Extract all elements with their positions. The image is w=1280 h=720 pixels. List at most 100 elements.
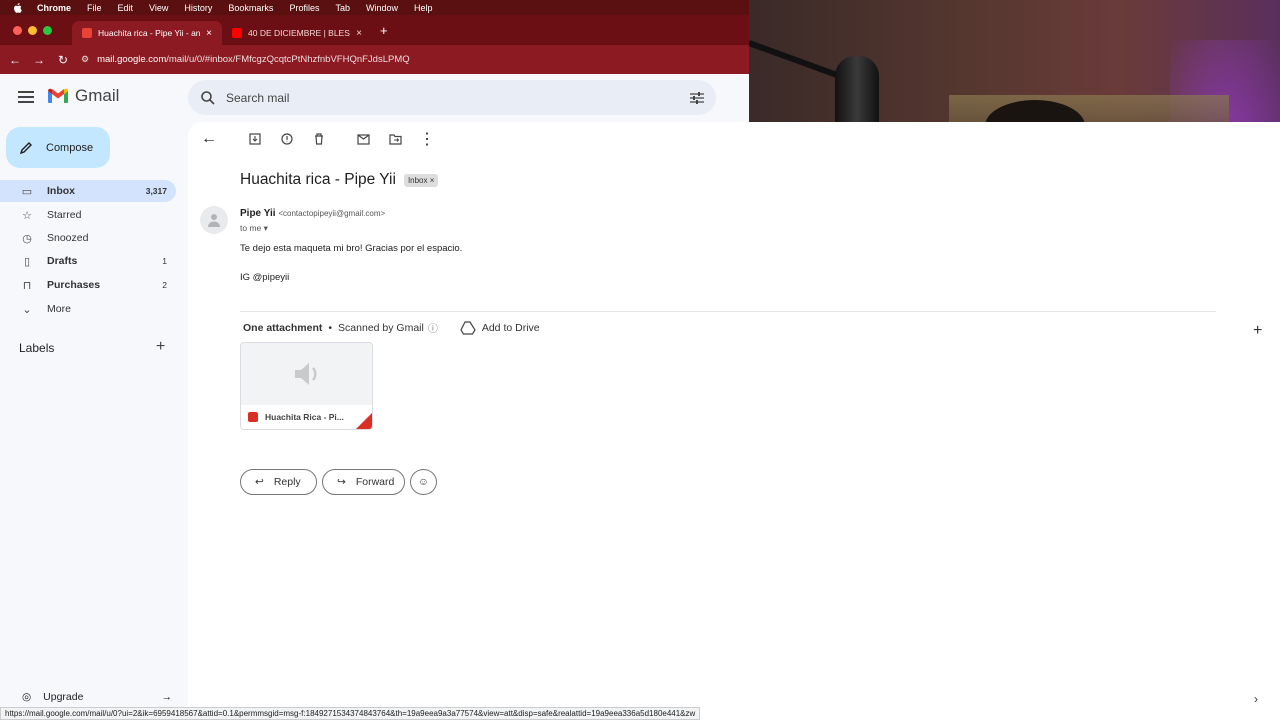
drafts-count: 1 [162,256,167,266]
attachment-count: One attachment [243,321,323,334]
search-icon[interactable] [200,90,216,106]
labels-heading: Labels [19,341,55,355]
drive-add-icon [460,320,476,335]
menu-window[interactable]: Window [366,3,398,13]
email-body-line: IG @pipeyii [240,272,290,283]
emoji-reaction-button[interactable]: ☺ [410,469,437,495]
close-tab-icon[interactable]: × [206,28,212,39]
sender-line: Pipe Yii <contactopipeyii@gmail.com> [240,208,385,219]
upgrade-button[interactable]: ◎ Upgrade → [22,688,172,706]
menu-tab[interactable]: Tab [335,3,350,13]
menu-history[interactable]: History [184,3,212,13]
tab-title: Huachita rica - Pipe Yii - anim [98,28,201,38]
search-input[interactable]: Search mail [226,91,690,105]
smiley-icon: ☺ [418,476,429,488]
back-to-inbox-icon[interactable]: ← [200,130,218,148]
sidebar-item-snoozed[interactable]: ◷ Snoozed [0,227,176,249]
info-icon[interactable]: ⓘ [428,320,438,335]
sidebar-item-inbox[interactable]: ▭ Inbox 3,317 [0,180,176,202]
menu-bookmarks[interactable]: Bookmarks [228,3,273,13]
attachment-card[interactable]: Huachita Rica - Pi... [240,342,373,430]
attachment-header: One attachment • Scanned by Gmail ⓘ Add … [243,320,540,335]
reply-label: Reply [273,476,301,488]
window-controls [13,25,52,35]
add-to-drive-label: Add to Drive [481,321,540,334]
gmail-favicon-icon [82,28,92,38]
zoom-window-button[interactable] [43,25,52,35]
unread-count: 3,317 [145,186,167,196]
menu-file[interactable]: File [87,3,102,13]
sender-name[interactable]: Pipe Yii [240,208,276,219]
to-me-label: to me [240,223,262,233]
sidebar-item-purchases[interactable]: ⊓ Purchases 2 [0,274,176,296]
email-subject: Huachita rica - Pipe Yii Inbox × [240,171,439,189]
chevron-down-icon: ⌄ [22,303,32,316]
browser-tab-strip: Huachita rica - Pipe Yii - anim × 40 DE … [0,15,750,45]
draft-icon: ▯ [23,255,31,268]
menu-profiles[interactable]: Profiles [289,3,319,13]
forward-button[interactable]: ↪ Forward [322,469,405,495]
move-to-folder-icon[interactable] [386,130,404,148]
sidebar-item-starred[interactable]: ☆ Starred [0,204,176,226]
menu-view[interactable]: View [149,3,168,13]
sidebar-item-label: More [47,303,71,315]
link-preview-status-bar: https://mail.google.com/mail/u/0?ui=2&ik… [0,707,701,720]
tab-youtube[interactable]: 40 DE DICIEMBRE | BLESSD × [222,21,372,45]
forward-arrow-icon[interactable]: → [27,53,51,67]
gmail-logo[interactable]: Gmail [47,86,119,106]
tab-title: 40 DE DICIEMBRE | BLESSD [248,28,350,38]
more-options-icon[interactable]: ⋮ [418,130,436,148]
reply-button[interactable]: ↩ Reply [240,469,317,495]
close-tab-icon[interactable]: × [356,28,362,39]
sidebar-item-drafts[interactable]: ▯ Drafts 1 [0,250,176,272]
browser-toolbar: ← → ↻ ⚙ mail.google.com/mail/u/0/#inbox/… [0,45,750,74]
youtube-favicon-icon [232,28,242,38]
compose-label: Compose [46,141,94,154]
search-options-icon[interactable] [690,91,704,104]
expand-side-panel-icon[interactable]: › [1254,692,1258,706]
gmail-wordmark: Gmail [75,86,120,105]
sidebar-item-label: Purchases [47,279,101,291]
create-label-icon[interactable]: + [156,338,165,356]
email-body-line: Te dejo esta maqueta mi bro! Gracias por… [240,243,463,254]
back-arrow-icon[interactable]: ← [3,53,27,67]
main-menu-icon[interactable] [18,91,34,103]
upgrade-bulb-icon: ◎ [22,691,32,703]
delete-icon[interactable] [310,130,328,148]
menu-edit[interactable]: Edit [118,3,134,13]
new-tab-icon[interactable]: + [380,23,388,38]
address-bar[interactable]: ⚙ mail.google.com/mail/u/0/#inbox/FMfcgz… [81,54,410,65]
subject-text: Huachita rica - Pipe Yii [240,171,396,188]
archive-icon[interactable] [246,130,264,148]
report-spam-icon[interactable] [278,130,296,148]
reply-arrow-icon: ↩ [255,476,264,488]
email-action-toolbar: ← ⋮ [200,130,450,148]
attachment-name: Huachita Rica - Pi... [265,412,344,422]
apple-icon[interactable] [13,2,27,13]
get-addons-icon[interactable]: + [1253,322,1262,340]
minimize-window-button[interactable] [28,25,37,35]
gmail-m-icon [48,88,68,103]
sidebar-item-more[interactable]: ⌄ More [0,298,176,320]
sender-avatar[interactable] [200,206,228,234]
scanned-label: Scanned by Gmail [338,321,424,334]
forward-arrow-icon: ↪ [337,476,346,488]
site-info-icon[interactable]: ⚙ [81,54,89,65]
recipient-details-toggle[interactable]: to me ▾ [240,223,268,234]
menu-help[interactable]: Help [414,3,433,13]
close-window-button[interactable] [13,25,22,35]
inbox-label-badge[interactable]: Inbox × [403,173,439,187]
search-bar[interactable]: Search mail [188,80,716,115]
tab-gmail[interactable]: Huachita rica - Pipe Yii - anim × [72,21,222,45]
compose-button[interactable]: Compose [6,127,110,168]
sidebar-item-label: Starred [47,209,82,221]
mark-unread-icon[interactable] [354,130,372,148]
purchases-count: 2 [162,280,167,290]
upgrade-label: Upgrade [43,691,84,703]
clock-icon: ◷ [22,232,32,245]
sidebar-item-label: Drafts [47,255,78,267]
add-to-drive-button[interactable]: Add to Drive [460,320,540,335]
reload-icon[interactable]: ↻ [51,53,75,67]
speaker-icon [295,363,317,385]
menu-app-name[interactable]: Chrome [37,3,71,13]
